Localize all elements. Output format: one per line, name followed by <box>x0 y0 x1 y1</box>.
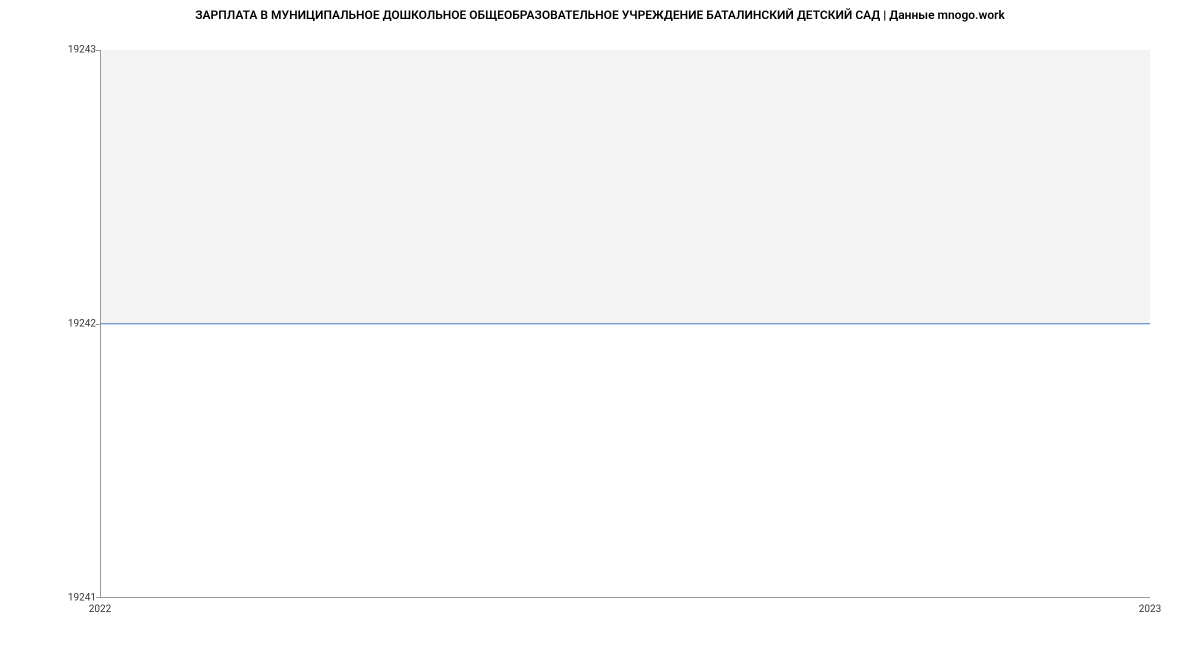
x-tick-label-right: 2023 <box>1139 604 1161 615</box>
plot-area <box>100 50 1150 598</box>
y-tick-mark <box>96 50 100 51</box>
y-tick-label-mid: 19242 <box>68 319 96 330</box>
y-tick-mark <box>96 324 100 325</box>
plot-background-lower <box>101 324 1150 598</box>
data-line-series-0 <box>101 323 1150 325</box>
y-tick-mark <box>96 597 100 598</box>
chart-title: ЗАРПЛАТА В МУНИЦИПАЛЬНОЕ ДОШКОЛЬНОЕ ОБЩЕ… <box>0 8 1200 22</box>
y-tick-label-bottom: 19241 <box>68 593 96 604</box>
plot-background-upper <box>101 50 1150 324</box>
chart-container: ЗАРПЛАТА В МУНИЦИПАЛЬНОЕ ДОШКОЛЬНОЕ ОБЩЕ… <box>0 0 1200 650</box>
x-tick-label-left: 2022 <box>89 604 111 615</box>
y-tick-label-top: 19243 <box>68 45 96 56</box>
